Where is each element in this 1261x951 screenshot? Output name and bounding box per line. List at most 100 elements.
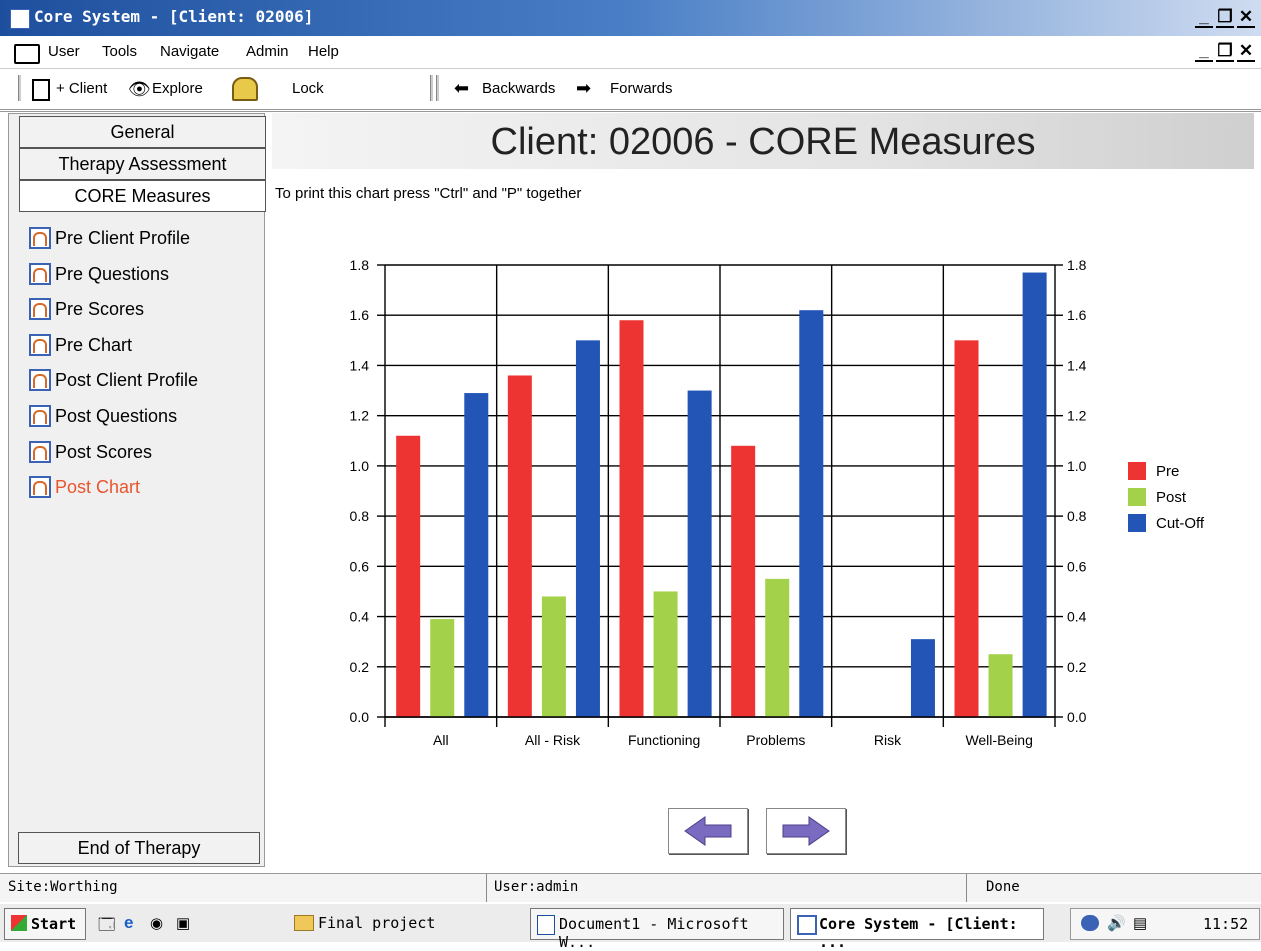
y-tick-label-left: 1.8 [350,257,370,273]
next-page-button[interactable] [766,808,846,854]
y-tick-label-right: 1.6 [1067,307,1087,323]
legend-entry: Pre [1128,458,1204,484]
core-system-icon [797,915,817,935]
menu-navigate[interactable]: Navigate [160,43,219,60]
right-arrow-icon [782,816,830,846]
task-core-system[interactable]: Core System - [Client: ... [790,908,1044,951]
y-tick-label-left: 0.4 [350,609,370,625]
bar-cut-off [799,310,824,717]
y-tick-label-right: 1.0 [1067,458,1087,474]
sidebar-link-label: Post Scores [55,441,153,462]
sidebar-link-label: Pre Scores [55,299,145,320]
sidebar-link-post-chart[interactable]: Post Chart [29,472,140,502]
child-restore-icon[interactable]: ❐ [1216,42,1234,62]
bar-pre [507,375,532,717]
child-close-icon[interactable]: ✕ [1237,42,1255,62]
toolbar-separator-2 [430,75,434,101]
sidebar-link-pre-scores[interactable]: Pre Scores [29,294,144,324]
y-tick-label-left: 1.2 [350,408,370,424]
x-tick-label: All [433,732,449,748]
x-tick-label: Functioning [628,732,700,748]
quicklaunch-app-icon[interactable]: ▣ [176,914,190,932]
menu-user[interactable]: User [48,43,80,60]
child-window-controls: _ ❐ ✕ [1195,42,1255,62]
system-tray: 🔊 ▤ 11:52 [1070,908,1260,940]
close-icon[interactable]: ✕ [1237,8,1255,28]
start-label: Start [31,915,77,933]
page-title: Client: 02006 - CORE Measures [490,121,1036,163]
sidebar-link-pre-questions[interactable]: Pre Questions [29,259,169,289]
chart-legend: Pre Post Cut-Off [1128,458,1204,536]
y-tick-label-right: 0.2 [1067,659,1087,675]
previous-page-button[interactable] [668,808,748,854]
status-site: Site:Worthing [8,879,118,895]
sidebar-link-post-client-profile[interactable]: Post Client Profile [29,365,198,395]
bar-pre [954,340,979,717]
sidebar-link-label: Pre Chart [55,334,133,355]
menu-tools[interactable]: Tools [102,43,137,60]
print-instruction: To print this chart press "Ctrl" and "P"… [275,185,582,202]
new-document-icon[interactable] [32,79,50,101]
page-icon [29,440,51,463]
y-tick-label-left: 0.0 [350,709,370,725]
restore-icon[interactable]: ❐ [1216,8,1234,28]
menu-help[interactable]: Help [308,43,339,60]
sidebar-link-label: Post Chart [55,477,141,498]
legend-entry: Cut-Off [1128,510,1204,536]
minimize-icon[interactable]: _ [1195,8,1213,28]
sidebar-link-label: Post Client Profile [55,370,199,391]
explore-button[interactable]: Explore [152,80,203,97]
menu-doc-icon [14,44,40,64]
menu-bar: User Tools Navigate Admin Help _ ❐ ✕ [0,36,1261,68]
menu-admin[interactable]: Admin [246,43,289,60]
sidebar-link-post-scores[interactable]: Post Scores [29,437,152,467]
tray-app-icon[interactable]: ▤ [1133,914,1147,932]
taskbar: Start 🗔 e ◉ ▣ Final project Document1 - … [0,902,1261,951]
folder-icon [294,915,314,931]
title-bar: Core System - [Client: 02006] _ ❐ ✕ [0,0,1261,36]
lock-button[interactable]: Lock [292,80,324,97]
network-icon[interactable] [1081,915,1099,931]
bar-cut-off [464,393,489,717]
page-icon [29,476,51,499]
child-minimize-icon[interactable]: _ [1195,42,1213,62]
y-tick-label-left: 1.0 [350,458,370,474]
volume-icon[interactable]: 🔊 [1107,914,1126,932]
task-document1[interactable]: Document1 - Microsoft W... [530,908,784,951]
legend-entry: Post [1128,484,1204,510]
sidebar-link-post-questions[interactable]: Post Questions [29,401,177,431]
quicklaunch-browser-icon[interactable]: e [124,913,133,933]
sidebar-link-pre-client-profile[interactable]: Pre Client Profile [29,223,190,253]
page-icon [29,298,51,321]
forwards-button[interactable]: Forwards [610,80,673,97]
backwards-button[interactable]: Backwards [482,80,555,97]
lock-icon[interactable] [232,77,258,101]
task-final-project[interactable]: Final project [272,908,508,938]
sidebar-link-pre-chart[interactable]: Pre Chart [29,330,132,360]
start-button[interactable]: Start [4,908,86,940]
bar-post [765,578,790,717]
clock: 11:52 [1203,915,1249,933]
end-of-therapy-button[interactable]: End of Therapy [18,832,260,864]
y-tick-label-left: 0.6 [350,558,370,574]
y-tick-label-left: 1.6 [350,307,370,323]
toolbar: + Client 👁 Explore Lock ⬅ Backwards ➡ Fo… [0,68,1261,112]
binoculars-icon[interactable]: 👁 [128,79,151,100]
legend-label: Cut-Off [1156,514,1205,532]
y-tick-label-right: 0.8 [1067,508,1087,524]
new-client-button[interactable]: + Client [56,80,107,97]
forwards-arrow-icon[interactable]: ➡ [576,78,591,99]
bar-post [653,591,678,717]
nav-core-measures[interactable]: CORE Measures [19,180,266,212]
status-divider-2 [966,874,967,902]
quicklaunch-media-icon[interactable]: ◉ [150,914,163,932]
word-icon [537,915,555,935]
nav-therapy-assessment[interactable]: Therapy Assessment [19,148,266,180]
nav-general[interactable]: General [19,116,266,148]
core-measures-chart: 0.0 0.0 0.2 0.2 0.4 0.4 0.6 0.6 0.8 0.8 1.0 1.0 1.2 1… [350,257,1087,748]
legend-label: Pre [1156,462,1180,480]
quicklaunch-desktop-icon[interactable]: 🗔 [98,914,115,941]
y-tick-label-right: 0.4 [1067,609,1087,625]
status-state: Done [986,879,1020,895]
backwards-arrow-icon[interactable]: ⬅ [454,78,469,99]
